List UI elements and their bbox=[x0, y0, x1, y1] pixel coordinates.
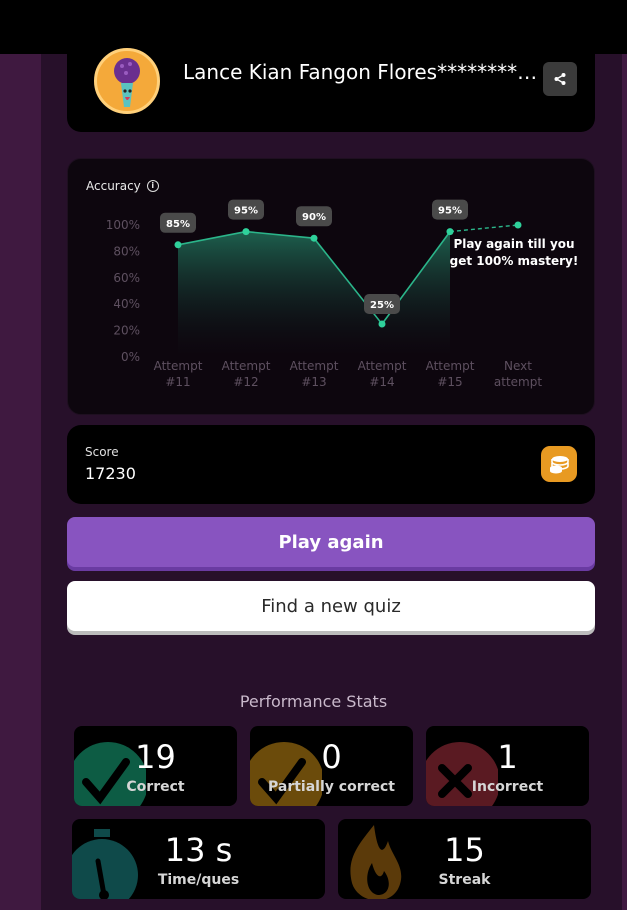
data-label: 25% bbox=[370, 300, 394, 311]
share-icon bbox=[554, 73, 566, 85]
play-again-button[interactable]: Play again bbox=[67, 517, 595, 567]
data-point bbox=[446, 228, 454, 236]
x-tick-label: #12 bbox=[233, 375, 258, 389]
score-value: 17230 bbox=[85, 464, 136, 483]
x-tick-label: Attempt bbox=[154, 359, 203, 373]
coins-icon bbox=[541, 446, 577, 482]
data-label: 95% bbox=[234, 206, 258, 217]
username: Lance Kian Fangon Flores**********... bbox=[183, 60, 543, 84]
mastery-hint: get 100% mastery! bbox=[450, 254, 579, 268]
x-tick-label: Attempt bbox=[290, 359, 339, 373]
next-attempt-dashed-line bbox=[449, 224, 519, 233]
accuracy-card: Accuracy i 100% 80% 60% 40% 20% 0% 85% 95% 90% 25… bbox=[67, 158, 595, 415]
data-point bbox=[514, 221, 522, 229]
data-label: 95% bbox=[438, 206, 462, 217]
x-tick-label: Next bbox=[504, 359, 532, 373]
performance-stats-title: Performance Stats bbox=[239, 692, 388, 711]
profile-card: Lance Kian Fangon Flores**********... bbox=[67, 40, 595, 132]
y-tick-label: 20% bbox=[113, 324, 140, 338]
streak-label: Streak bbox=[438, 872, 491, 888]
data-point bbox=[378, 320, 386, 328]
data-label: 90% bbox=[302, 212, 326, 223]
correct-label: Correct bbox=[126, 779, 185, 795]
x-tick-label: attempt bbox=[494, 375, 542, 389]
incorrect-count: 1 bbox=[497, 738, 518, 776]
data-label: 85% bbox=[166, 219, 190, 230]
correct-count: 19 bbox=[135, 738, 176, 776]
y-tick-label: 60% bbox=[113, 271, 140, 285]
y-tick-label: 80% bbox=[113, 244, 140, 258]
x-tick-label: #13 bbox=[301, 375, 326, 389]
score-label: Score bbox=[85, 445, 119, 459]
score-card: Score 17230 bbox=[67, 425, 595, 504]
x-tick-label: #15 bbox=[437, 375, 462, 389]
streak-value: 15 bbox=[444, 831, 485, 869]
partial-count: 0 bbox=[321, 738, 342, 776]
partial-label: Partially correct bbox=[268, 779, 395, 795]
data-point bbox=[310, 234, 318, 242]
y-tick-label: 40% bbox=[113, 297, 140, 311]
avatar bbox=[94, 48, 160, 114]
time-label: Time/ques bbox=[157, 872, 240, 888]
mastery-hint: Play again till you bbox=[453, 237, 574, 251]
x-tick-label: Attempt bbox=[426, 359, 475, 373]
y-tick-label: 0% bbox=[121, 350, 140, 364]
stat-correct: 19 Correct bbox=[74, 726, 237, 806]
stat-time-per-question: 13 s Time/ques bbox=[72, 819, 325, 899]
x-tick-label: #11 bbox=[165, 375, 190, 389]
x-tick-label: Attempt bbox=[222, 359, 271, 373]
accuracy-area bbox=[178, 231, 450, 357]
x-tick-label: Attempt bbox=[358, 359, 407, 373]
data-point bbox=[242, 228, 250, 236]
stat-streak: 15 Streak bbox=[338, 819, 591, 899]
time-value: 13 s bbox=[164, 831, 233, 869]
data-point bbox=[174, 241, 182, 249]
share-button[interactable] bbox=[543, 62, 577, 96]
x-tick-label: #14 bbox=[369, 375, 394, 389]
accuracy-chart: 100% 80% 60% 40% 20% 0% 85% 95% 90% 25% 95% Attempt… bbox=[106, 199, 579, 389]
incorrect-label: Incorrect bbox=[471, 779, 544, 795]
stat-partially-correct: 0 Partially correct bbox=[250, 726, 413, 806]
y-tick-label: 100% bbox=[106, 218, 140, 232]
stat-incorrect: 1 Incorrect bbox=[426, 726, 589, 806]
microphone-avatar-icon bbox=[114, 58, 140, 107]
find-new-quiz-button[interactable]: Find a new quiz bbox=[67, 581, 595, 631]
